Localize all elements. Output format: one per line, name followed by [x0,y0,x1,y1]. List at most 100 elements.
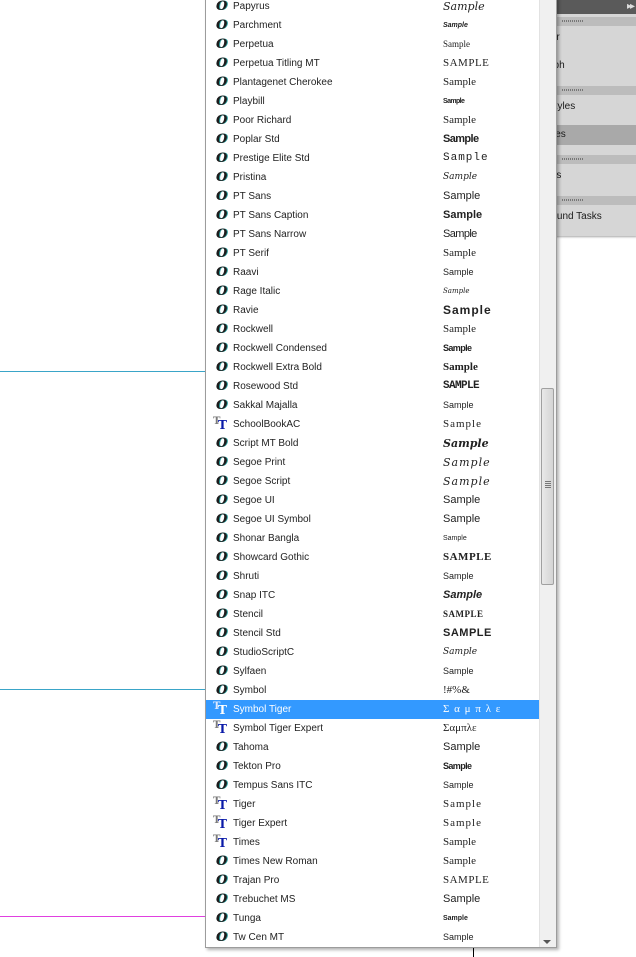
font-row[interactable]: O Rosewood Std SAMPLE [206,377,539,396]
font-sample: Sample [443,456,491,469]
font-row[interactable]: O Rockwell Condensed Sample [206,339,539,358]
font-row[interactable]: O PT Serif Sample [206,244,539,263]
font-name: Raavi [233,267,259,278]
font-sample: Sample [443,98,465,105]
font-row[interactable]: O Segoe UI Sample [206,491,539,510]
panel-item-character[interactable]: ter [548,28,636,48]
font-row[interactable]: O Showcard Gothic SAMPLE [206,548,539,567]
font-name: PT Sans Caption [233,210,309,221]
font-row[interactable]: Symbol Tiger Σ α μ π λ ε [206,699,539,719]
font-row[interactable]: O Trajan Pro SAMPLE [206,871,539,890]
font-row[interactable]: O Segoe Script Sample [206,472,539,491]
font-row[interactable]: O Segoe Print Sample [206,453,539,472]
opentype-icon: O [216,911,228,926]
font-row[interactable]: O Rockwell Extra Bold Sample [206,358,539,377]
font-sample: Sample [443,114,476,126]
font-sample: Sample [443,267,474,277]
truetype-icon [213,718,230,737]
panel-item-paragraph-styles[interactable]: Styles [548,97,636,117]
font-row[interactable]: O Poor Richard Sample [206,111,539,130]
font-name: Rockwell [233,324,274,335]
font-sample: Σαμπλε [443,722,477,734]
font-name: Tunga [233,913,261,924]
font-row[interactable]: O Tempus Sans ITC Sample [206,776,539,795]
font-row[interactable]: O Shonar Bangla Sample [206,529,539,548]
font-row[interactable]: O Ravie Sample [206,301,539,320]
font-dropdown-list[interactable]: O Papyrus Sample O Parchment Sample O Perpetua S… [205,0,557,948]
collapse-chevron-icon[interactable]: ▸▸ [627,1,635,12]
font-sample: Sample [443,209,483,221]
font-row[interactable]: O Snap ITC Sample [206,586,539,605]
scrollbar[interactable] [539,0,556,947]
font-row[interactable]: O Pristina Sample [206,168,539,187]
truetype-icon [213,832,230,851]
font-row[interactable]: O Tahoma Sample [206,738,539,757]
font-row[interactable]: O Symbol !#%& [206,681,539,700]
font-sample: Sample [443,303,492,317]
font-sample: Sample [443,893,481,905]
scroll-down-arrow-icon[interactable] [543,940,551,944]
font-row[interactable]: O Shruti Sample [206,567,539,586]
font-row[interactable]: Symbol Tiger Expert Σαμπλε [206,718,539,738]
panel-grip[interactable] [556,196,636,205]
panel-grip[interactable] [556,86,636,95]
canvas-guide-teal-1 [0,371,205,372]
font-list: O Papyrus Sample O Parchment Sample O Perpetua S… [206,0,539,947]
opentype-icon: O [216,379,228,394]
font-row[interactable]: O Prestige Elite Std Sample [206,149,539,168]
font-row[interactable]: O Stencil SAMPLE [206,605,539,624]
font-row[interactable]: O Script MT Bold Sample [206,434,539,453]
font-row[interactable]: O PT Sans Narrow Sample [206,225,539,244]
font-row[interactable]: O Times New Roman Sample [206,852,539,871]
font-row[interactable]: O Raavi Sample [206,263,539,282]
panel-item-paragraph[interactable]: aph [548,56,636,76]
font-row[interactable]: O Stencil Std SAMPLE [206,624,539,643]
font-row[interactable]: O Sakkal Majalla Sample [206,396,539,415]
font-sample: Sample [443,0,485,13]
panel-item-fonts[interactable]: nts [548,166,636,186]
font-row[interactable]: O PT Sans Sample [206,187,539,206]
font-name: Perpetua Titling MT [233,58,320,69]
scroll-thumb[interactable] [541,388,554,585]
font-row[interactable]: O Trebuchet MS Sample [206,890,539,909]
truetype-icon [213,813,230,832]
opentype-icon: O [216,284,228,299]
font-sample: Sample [443,172,478,182]
font-row[interactable]: O Segoe UI Symbol Sample [206,510,539,529]
font-row[interactable]: O Rage Italic Sample [206,282,539,301]
font-sample: Sample [443,400,474,410]
font-row[interactable]: SchoolBookAC Sample [206,414,539,434]
font-row[interactable]: Tiger Sample [206,794,539,814]
font-row[interactable]: O Tw Cen MT Sample [206,928,539,947]
font-row[interactable]: O Poplar Std Sample [206,130,539,149]
opentype-icon: O [216,740,228,755]
font-row[interactable]: O Tunga Sample [206,909,539,928]
font-row[interactable]: O Parchment Sample [206,16,539,35]
opentype-icon: O [216,208,228,223]
font-row[interactable]: O Playbill Sample [206,92,539,111]
canvas-guide-teal-2 [0,689,205,690]
font-row[interactable]: O StudioScriptC Sample [206,643,539,662]
font-row[interactable]: O Perpetua Titling MT SAMPLE [206,54,539,73]
opentype-icon: O [216,550,228,565]
panel-item-background-tasks[interactable]: round Tasks [548,207,636,227]
opentype-icon: O [216,322,228,337]
font-row[interactable]: Times Sample [206,832,539,852]
font-row[interactable]: O Rockwell Sample [206,320,539,339]
font-sample: Sample [443,323,476,335]
font-row[interactable]: O Perpetua Sample [206,35,539,54]
side-panels: ▸▸ ter aph Styles yles nts round Tasks [548,0,636,236]
opentype-icon: O [216,360,228,375]
panel-item-character-styles[interactable]: yles [548,125,636,145]
font-row[interactable]: O Tekton Pro Sample [206,757,539,776]
font-name: Segoe Script [233,476,291,487]
font-row[interactable]: Tiger Expert Sample [206,813,539,833]
font-row[interactable]: O PT Sans Caption Sample [206,206,539,225]
panel-grip[interactable] [556,17,636,26]
font-row[interactable]: O Sylfaen Sample [206,662,539,681]
font-row[interactable]: O Plantagenet Cherokee Sample [206,73,539,92]
font-name: SchoolBookAC [233,419,301,430]
panel-grip[interactable] [556,155,636,164]
opentype-icon: O [216,531,228,546]
font-row[interactable]: O Papyrus Sample [206,0,539,16]
